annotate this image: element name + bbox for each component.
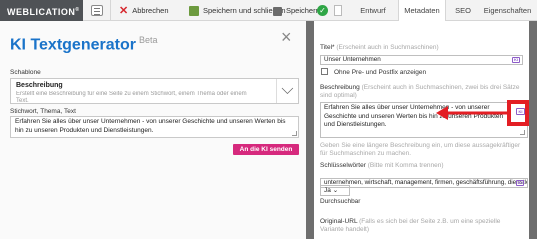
searchable-value: Ja bbox=[324, 187, 331, 194]
disk-icon bbox=[273, 6, 282, 16]
cancel-label: Abbrechen bbox=[132, 6, 169, 15]
menu-icon[interactable] bbox=[91, 5, 103, 16]
no-prefix-label: Ohne Pre- und Postfix anzeigen bbox=[334, 69, 427, 76]
send-to-ai-button[interactable]: An die KI senden bbox=[233, 144, 299, 155]
description-field-label: Beschreibung (Erscheint auch in Suchmasc… bbox=[320, 84, 528, 100]
ki-icon[interactable]: KI bbox=[516, 180, 524, 186]
save-close-icon bbox=[189, 6, 199, 17]
cancel-button[interactable]: ✕ Abbrechen bbox=[119, 0, 169, 21]
keywords-input[interactable]: unternehmen, wirtschaft, management, fir… bbox=[320, 178, 528, 188]
keywords-hint: (Bitte mit Komma trennen) bbox=[367, 162, 444, 169]
resize-handle-icon[interactable] bbox=[520, 130, 525, 135]
description-label: Beschreibung bbox=[320, 84, 360, 91]
brand-logo: WEBLICATION® bbox=[0, 0, 83, 21]
title-field-label: Titel* (Erscheint auch in Suchmaschinen) bbox=[320, 44, 439, 51]
resize-handle-icon[interactable] bbox=[292, 131, 297, 136]
searchable-label: Durchsuchbar bbox=[320, 198, 361, 205]
description-help: Geben Sie eine längere Beschreibung ein,… bbox=[320, 142, 521, 157]
keywords-label: Schlüsselwörter bbox=[320, 162, 366, 169]
ki-textgenerator-dialog: KI Textgenerator Beta × Schablone Beschre… bbox=[0, 21, 306, 239]
tab-metadaten[interactable]: Metadaten bbox=[398, 0, 446, 22]
metadata-panel: Titel* (Erscheint auch in Suchmaschinen)… bbox=[314, 21, 529, 239]
close-icon[interactable]: × bbox=[281, 28, 292, 46]
save-and-close-button[interactable]: Speichern und schließen bbox=[189, 0, 286, 21]
tab-seo[interactable]: SEO bbox=[451, 0, 475, 21]
scrollbar-strip[interactable] bbox=[529, 21, 537, 239]
template-select[interactable]: Beschreibung Erstellt eine Beschreibung … bbox=[10, 78, 299, 104]
dialog-title-text: KI Textgenerator bbox=[10, 36, 136, 54]
keyword-textarea[interactable]: Erfahren Sie alles über unser Unternehme… bbox=[10, 116, 299, 138]
close-icon: ✕ bbox=[119, 4, 129, 17]
dialog-title: KI Textgenerator Beta bbox=[10, 35, 157, 54]
ki-icon[interactable]: KI bbox=[512, 57, 520, 63]
searchable-select[interactable]: Ja ⌄ bbox=[320, 185, 350, 196]
keyword-label: Stichwort, Thema, Text bbox=[10, 108, 76, 115]
save-label: Speichern bbox=[286, 6, 320, 15]
original-url-label: Original-URL bbox=[320, 218, 358, 225]
template-label: Schablone bbox=[10, 69, 41, 76]
chevron-down-icon: ⌄ bbox=[332, 187, 339, 194]
no-prefix-checkbox[interactable] bbox=[321, 68, 328, 75]
title-label: Titel* bbox=[320, 44, 335, 51]
tab-entwurf[interactable]: Entwurf bbox=[356, 0, 390, 21]
check-icon[interactable]: ✓ bbox=[317, 5, 328, 16]
beta-badge: Beta bbox=[138, 35, 158, 45]
annotation-arrow bbox=[436, 106, 508, 120]
template-value: Beschreibung bbox=[16, 82, 63, 89]
tab-eigenschaften[interactable]: Eigenschaften bbox=[478, 0, 537, 21]
brand-name: WEBLICATION bbox=[7, 7, 76, 17]
title-input[interactable]: Unser Unternehmen bbox=[320, 55, 523, 65]
top-toolbar: WEBLICATION® ✕ Abbrechen Speichern und sc… bbox=[0, 0, 537, 22]
original-url-field-label: Original-URL (Falls es sich bei der Seit… bbox=[320, 218, 525, 234]
toolbar-divider bbox=[110, 0, 111, 21]
title-hint: (Erscheint auch in Suchmaschinen) bbox=[336, 44, 439, 51]
keywords-field-label: Schlüsselwörter (Bitte mit Komma trennen… bbox=[320, 162, 444, 169]
save-button[interactable]: Speichern bbox=[273, 0, 320, 21]
document-icon[interactable] bbox=[334, 5, 342, 16]
overlay-strip bbox=[306, 21, 314, 239]
chevron-down-icon[interactable]: ⌵ bbox=[276, 79, 298, 103]
template-description: Erstellt eine Beschreibung für eine Seit… bbox=[16, 91, 247, 104]
brand-mark: ® bbox=[75, 7, 80, 13]
ki-icon[interactable]: KI bbox=[516, 108, 525, 115]
